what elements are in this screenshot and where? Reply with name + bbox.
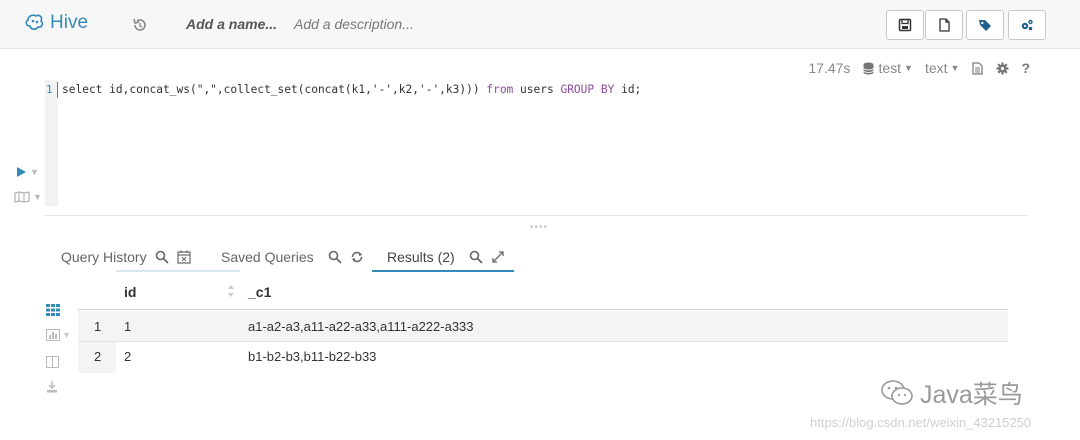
search-icon[interactable] — [328, 250, 342, 264]
row-number: 1 — [94, 319, 102, 334]
database-icon — [863, 62, 875, 74]
tag-icon — [979, 20, 991, 31]
execution-time: 17.47s — [808, 60, 851, 76]
sort-icon[interactable] — [227, 284, 235, 298]
keyword-group-by: GROUP BY — [560, 83, 615, 96]
help-icon[interactable]: ? — [1021, 60, 1030, 76]
query-name-field[interactable]: Add a name... — [186, 16, 277, 32]
line-number: 1 — [46, 83, 53, 96]
save-icon — [898, 18, 912, 32]
top-bar: Hive Add a name... Add a description... — [0, 0, 1080, 49]
expand-icon[interactable] — [491, 250, 505, 264]
chart-view-icon[interactable]: ▼ — [46, 328, 76, 342]
explain-button[interactable]: ▼ — [14, 191, 42, 203]
editor-cursor — [57, 82, 58, 98]
table-row[interactable]: 1 1 a1-a2-a3,a11-a22-a33,a111-a222-a333 — [78, 311, 1008, 342]
editor-gutter — [45, 80, 58, 206]
format-selector[interactable]: text ▼ — [925, 60, 960, 76]
cogs-icon — [1021, 19, 1033, 31]
caret-down-icon: ▼ — [30, 167, 39, 177]
grid-view-icon[interactable] — [46, 303, 62, 317]
cell-id: 1 — [124, 319, 132, 334]
cell-c1: b1-b2-b3,b11-b22-b33 — [248, 349, 377, 364]
search-icon[interactable] — [155, 250, 169, 264]
caret-down-icon: ▼ — [33, 192, 42, 202]
cell-id: 2 — [124, 349, 132, 364]
tab-underline-active — [372, 270, 514, 272]
row-number: 2 — [94, 349, 102, 364]
caret-down-icon: ▼ — [950, 63, 960, 73]
wechat-icon — [881, 380, 913, 405]
format-value: text — [924, 60, 948, 76]
editor-divider — [45, 215, 1028, 216]
keyword-from: from — [486, 83, 514, 96]
table-row[interactable]: 2 2 b1-b2-b3,b11-b22-b33 — [78, 342, 1008, 373]
tab-saved-queries[interactable]: Saved Queries — [221, 242, 364, 272]
refresh-icon[interactable] — [350, 250, 364, 264]
new-file-icon — [939, 18, 950, 32]
app-brand[interactable]: Hive — [24, 12, 88, 34]
query-editor[interactable]: select id,concat_ws(",",collect_set(conc… — [62, 83, 641, 96]
query-text: select id,concat_ws(",",collect_set(conc… — [62, 83, 487, 96]
new-query-button[interactable] — [925, 10, 963, 40]
map-icon — [14, 191, 30, 203]
app-name: Hive — [50, 12, 89, 33]
tab-label: Results (2) — [387, 249, 455, 265]
caret-down-icon: ▼ — [904, 63, 913, 73]
play-icon — [17, 167, 26, 177]
tab-label: Saved Queries — [221, 249, 314, 265]
gear-icon[interactable] — [996, 62, 1009, 75]
editor-meta-bar: 17.47s test ▼ text ▼ ? — [808, 60, 1030, 76]
database-selector[interactable]: test ▼ — [862, 60, 913, 76]
save-button[interactable] — [886, 10, 924, 40]
tab-results[interactable]: Results (2) — [387, 242, 505, 272]
tab-label: Query History — [61, 249, 147, 265]
query-text: users — [513, 83, 561, 96]
hive-logo-icon — [25, 14, 44, 30]
column-header-id[interactable]: id — [124, 284, 136, 300]
watermark-brand-text: Java菜鸟 — [920, 381, 1023, 409]
tags-button[interactable] — [966, 10, 1004, 40]
document-icon[interactable] — [971, 61, 984, 75]
tab-query-history[interactable]: Query History — [61, 242, 191, 272]
history-icon[interactable] — [131, 16, 149, 34]
settings-button[interactable] — [1008, 10, 1046, 40]
column-header-c1[interactable]: _c1 — [248, 284, 271, 300]
resize-handle-icon[interactable]: •••• — [530, 222, 548, 233]
execute-button[interactable]: ▼ — [16, 166, 39, 178]
cell-c1: a1-a2-a3,a11-a22-a33,a111-a222-a333 — [248, 319, 474, 334]
columns-view-icon[interactable] — [46, 355, 62, 369]
watermark-url: https://blog.csdn.net/weixin_43215250 — [810, 415, 1032, 430]
download-icon[interactable] — [46, 380, 62, 394]
search-icon[interactable] — [469, 250, 483, 264]
watermark-brand: Java菜鸟 — [880, 375, 1023, 411]
query-description-field[interactable]: Add a description... — [294, 16, 414, 32]
results-table-header — [78, 276, 1008, 310]
query-text: id; — [614, 83, 642, 96]
calendar-clear-icon[interactable] — [176, 250, 191, 264]
database-name: test — [878, 60, 902, 76]
